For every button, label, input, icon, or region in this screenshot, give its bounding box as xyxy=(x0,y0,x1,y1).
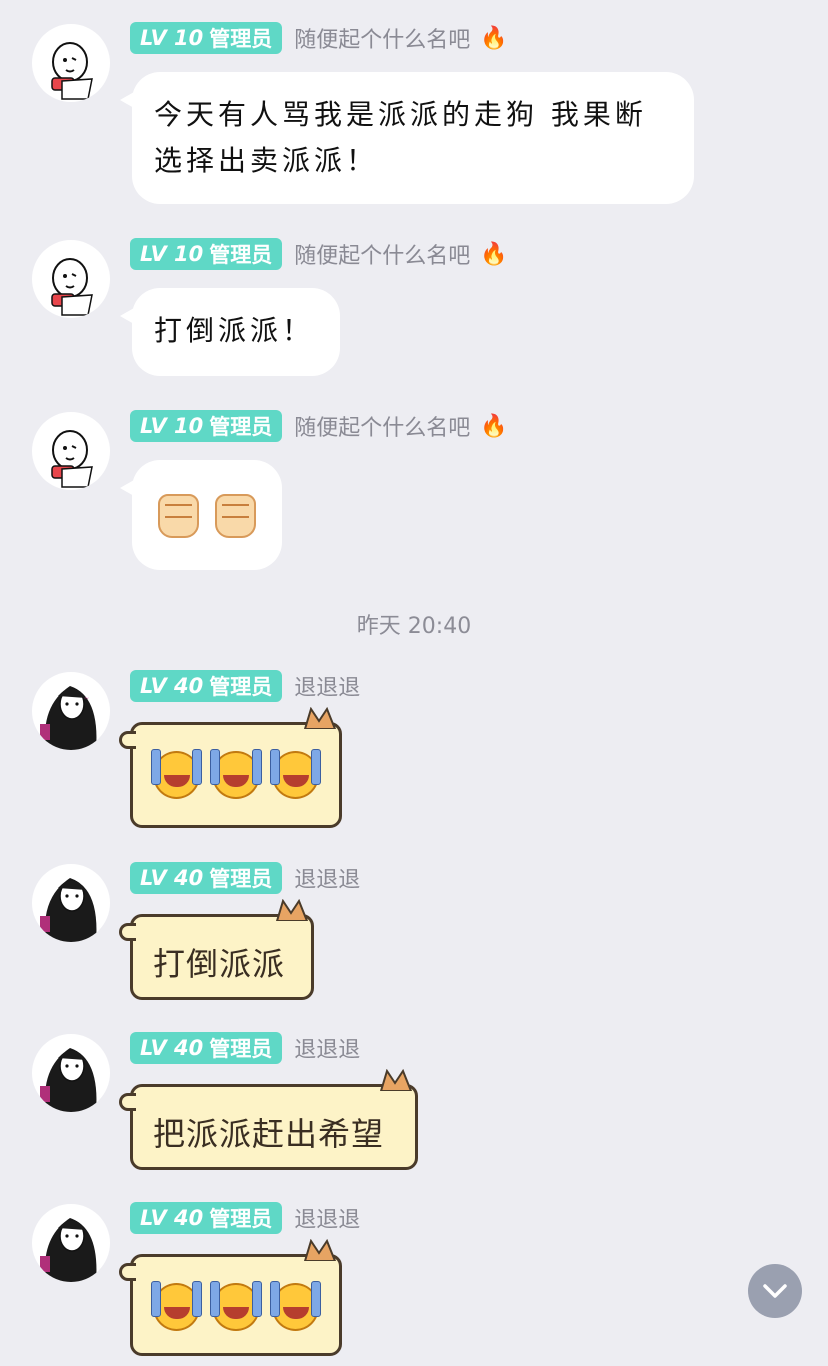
message-meta: LV 10 管理员 随便起个什么名吧 🔥 xyxy=(130,238,508,270)
admin-badge: LV 40 管理员 xyxy=(130,1202,283,1234)
message-text: 打倒派派！ xyxy=(154,314,315,347)
nickname[interactable]: 退退退 xyxy=(294,862,360,894)
nickname[interactable]: 退退退 xyxy=(294,1202,360,1234)
role-label: 管理员 xyxy=(209,1037,273,1061)
fire-icon: 🔥 xyxy=(480,413,508,439)
message-meta: LV 10 管理员 随便起个什么名吧 🔥 xyxy=(130,410,508,442)
avatar-girl[interactable] xyxy=(32,864,110,942)
level-label: LV 40 xyxy=(140,1206,204,1230)
avatar-girl[interactable] xyxy=(32,1204,110,1282)
level-label: LV 40 xyxy=(140,1036,204,1060)
cat-ears-icon xyxy=(275,899,309,921)
admin-badge: LV 40 管理员 xyxy=(130,1032,283,1064)
bubble-tail xyxy=(120,308,134,324)
role-label: 管理员 xyxy=(209,1207,273,1231)
admin-badge: LV 10 管理员 xyxy=(130,410,283,442)
message-text: 今天有人骂我是派派的走狗 我果断 选择出卖派派！ xyxy=(132,72,694,204)
admin-badge: LV 10 管理员 xyxy=(130,22,283,54)
message-bubble[interactable]: 打倒派派！ xyxy=(120,288,340,376)
role-label: 管理员 xyxy=(209,243,273,267)
cat-bubble[interactable]: 把派派赶出希望 xyxy=(119,1069,418,1170)
svg-text:~: ~ xyxy=(84,695,89,702)
role-label: 管理员 xyxy=(209,675,273,699)
admin-badge: LV 40 管理员 xyxy=(130,862,283,894)
message-bubble[interactable] xyxy=(120,460,282,572)
chevron-down-icon xyxy=(763,1284,787,1298)
scroll-to-bottom-button[interactable] xyxy=(748,1264,802,1318)
level-label: LV 10 xyxy=(140,26,204,50)
laughing-crying-emoji xyxy=(151,749,203,799)
fire-icon: 🔥 xyxy=(480,25,508,51)
laughing-crying-emoji xyxy=(210,1281,262,1331)
level-label: LV 10 xyxy=(140,414,204,438)
nickname[interactable]: 随便起个什么名吧 xyxy=(294,22,470,54)
message-text: 打倒派派 xyxy=(153,945,286,983)
fist-emoji xyxy=(215,494,256,538)
emoji-row xyxy=(133,1257,339,1357)
bubble-tail xyxy=(120,92,134,108)
message-meta: LV 40 管理员 退退退 xyxy=(130,670,360,702)
level-label: LV 10 xyxy=(140,242,204,266)
cat-bubble[interactable] xyxy=(119,707,342,828)
message-text-line: 今天有人骂我是派派的走狗 我果断 xyxy=(154,98,647,131)
cat-ears-icon xyxy=(303,1239,337,1261)
role-label: 管理员 xyxy=(209,27,273,51)
admin-badge: LV 40 管理员 xyxy=(130,670,283,702)
level-label: LV 40 xyxy=(140,674,204,698)
cat-ears-icon xyxy=(379,1069,413,1091)
avatar-cartoon[interactable] xyxy=(32,24,110,102)
cat-tail xyxy=(119,1093,136,1111)
nickname[interactable]: 随便起个什么名吧 xyxy=(294,238,470,270)
nickname[interactable]: 退退退 xyxy=(294,1032,360,1064)
laughing-crying-emoji xyxy=(151,1281,203,1331)
cat-tail xyxy=(119,923,136,941)
level-label: LV 40 xyxy=(140,866,204,890)
fist-emoji xyxy=(158,494,199,538)
message-meta: LV 40 管理员 退退退 xyxy=(130,1032,360,1064)
cat-tail xyxy=(119,731,136,749)
admin-badge: LV 10 管理员 xyxy=(130,238,283,270)
role-label: 管理员 xyxy=(209,867,273,891)
cat-bubble[interactable]: 打倒派派 xyxy=(119,899,314,1000)
fire-icon: 🔥 xyxy=(480,241,508,267)
message-meta: LV 10 管理员 随便起个什么名吧 🔥 xyxy=(130,22,508,54)
laughing-crying-emoji xyxy=(210,749,262,799)
role-label: 管理员 xyxy=(209,415,273,439)
cat-ears-icon xyxy=(303,707,337,729)
emoji-row xyxy=(133,725,339,825)
avatar-girl[interactable] xyxy=(32,1034,110,1112)
message-text-line: 选择出卖派派！ xyxy=(154,144,379,177)
cat-bubble[interactable] xyxy=(119,1239,342,1357)
emoji-row xyxy=(132,460,282,572)
laughing-crying-emoji xyxy=(269,749,321,799)
message-text: 把派派赶出希望 xyxy=(153,1115,385,1153)
message-bubble[interactable]: 今天有人骂我是派派的走狗 我果断 选择出卖派派！ xyxy=(120,72,694,204)
nickname[interactable]: 退退退 xyxy=(294,670,360,702)
timestamp-divider: 昨天 20:40 xyxy=(356,614,472,639)
cat-tail xyxy=(119,1263,136,1281)
bubble-tail xyxy=(120,480,134,496)
message-meta: LV 40 管理员 退退退 xyxy=(130,1202,360,1234)
message-meta: LV 40 管理员 退退退 xyxy=(130,862,360,894)
avatar-cartoon[interactable] xyxy=(32,412,110,490)
avatar-cartoon[interactable] xyxy=(32,240,110,318)
nickname[interactable]: 随便起个什么名吧 xyxy=(294,410,470,442)
avatar-girl[interactable]: ~ xyxy=(32,672,110,750)
laughing-crying-emoji xyxy=(269,1281,321,1331)
